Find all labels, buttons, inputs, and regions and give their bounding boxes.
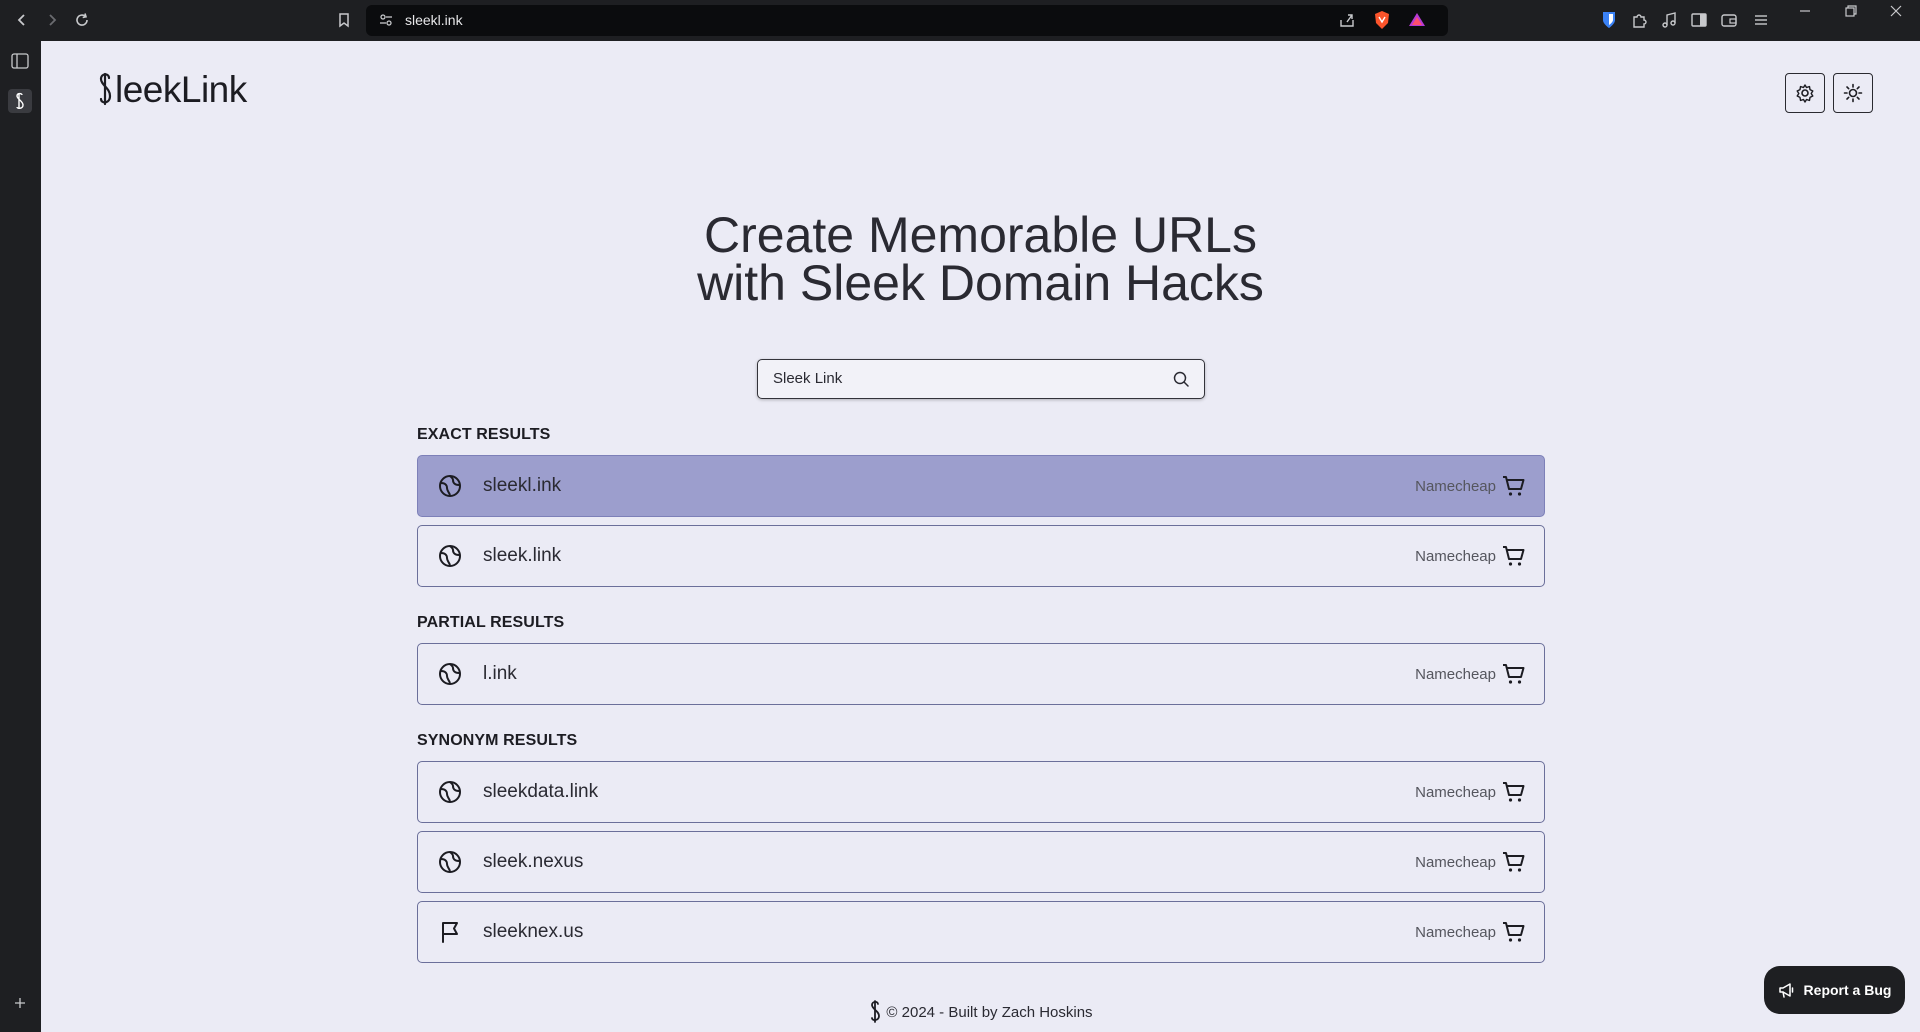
logo-s-icon xyxy=(99,72,112,106)
registrar-label: Namecheap xyxy=(1415,666,1496,683)
site-settings-icon[interactable] xyxy=(378,12,394,33)
music-icon[interactable] xyxy=(1658,9,1680,31)
sidebar-panel-icon[interactable] xyxy=(8,49,32,73)
logo-text: leekLink xyxy=(115,69,247,110)
address-bar[interactable]: sleekl.ink xyxy=(366,5,1448,36)
site-logo[interactable]: leekLink xyxy=(96,69,247,111)
registrar-label: Namecheap xyxy=(1415,784,1496,801)
footer-text: © 2024 - Built by Zach Hoskins xyxy=(886,1003,1093,1021)
gear-icon xyxy=(1796,84,1814,103)
hero-line-2: with Sleek Domain Hacks xyxy=(697,255,1264,311)
registrar-label: Namecheap xyxy=(1415,924,1496,941)
result-row[interactable]: sleek.link Namecheap xyxy=(417,525,1545,587)
flag-icon xyxy=(438,920,462,949)
footer-logo-icon xyxy=(871,1000,881,1023)
registrar-label: Namecheap xyxy=(1415,478,1496,495)
result-row[interactable]: sleeknex.us Namecheap xyxy=(417,901,1545,963)
forward-icon[interactable] xyxy=(40,8,64,32)
settings-button[interactable] xyxy=(1785,73,1825,113)
menu-icon[interactable] xyxy=(1750,9,1772,31)
cart-icon[interactable] xyxy=(1502,920,1526,949)
globe-icon xyxy=(438,850,462,879)
registrar-label: Namecheap xyxy=(1415,854,1496,871)
sun-icon xyxy=(1843,83,1863,103)
minimize-icon[interactable] xyxy=(1794,0,1816,22)
footer: © 2024 - Built by Zach Hoskins xyxy=(41,999,1920,1025)
registrar-label: Namecheap xyxy=(1415,548,1496,565)
browser-sidebar xyxy=(0,41,41,1032)
brave-rewards-icon[interactable] xyxy=(1408,11,1426,34)
bitwarden-icon[interactable] xyxy=(1598,9,1620,31)
result-row[interactable]: sleek.nexus Namecheap xyxy=(417,831,1545,893)
wallet-icon[interactable] xyxy=(1718,9,1740,31)
brave-shield-icon[interactable] xyxy=(1373,10,1391,35)
browser-toolbar: sleekl.ink xyxy=(0,0,1920,41)
new-tab-icon[interactable] xyxy=(8,991,32,1015)
synonym-results-title: SYNONYM RESULTS xyxy=(417,732,578,749)
share-icon[interactable] xyxy=(1338,11,1356,34)
domain-name[interactable]: sleekl.ink xyxy=(483,475,561,497)
report-bug-label: Report a Bug xyxy=(1803,982,1892,998)
partial-results-title: PARTIAL RESULTS xyxy=(417,614,565,631)
globe-icon xyxy=(438,780,462,809)
cart-icon[interactable] xyxy=(1502,474,1526,503)
cart-icon[interactable] xyxy=(1502,780,1526,809)
reload-icon[interactable] xyxy=(70,8,94,32)
domain-name[interactable]: sleek.link xyxy=(483,545,561,567)
report-bug-button[interactable]: Report a Bug xyxy=(1764,966,1905,1014)
globe-icon xyxy=(438,474,462,503)
exact-results-title: EXACT RESULTS xyxy=(417,426,551,443)
cart-icon[interactable] xyxy=(1502,544,1526,573)
domain-name[interactable]: l.ink xyxy=(483,663,517,685)
result-row[interactable]: l.ink Namecheap xyxy=(417,643,1545,705)
bookmark-icon[interactable] xyxy=(332,8,356,32)
hero-heading: Create Memorable URLs with Sleek Domain … xyxy=(41,207,1920,311)
search-input[interactable] xyxy=(773,370,1153,387)
result-row[interactable]: sleekl.ink Namecheap xyxy=(417,455,1545,517)
result-row[interactable]: sleekdata.link Namecheap xyxy=(417,761,1545,823)
extensions-icon[interactable] xyxy=(1628,9,1650,31)
globe-icon xyxy=(438,544,462,573)
theme-toggle-button[interactable] xyxy=(1833,73,1873,113)
url-text: sleekl.ink xyxy=(405,12,463,28)
domain-name[interactable]: sleek.nexus xyxy=(483,851,583,873)
close-icon[interactable] xyxy=(1885,0,1907,22)
search-icon[interactable] xyxy=(1172,370,1190,393)
page: leekLink Create Memorable URLs with Slee… xyxy=(41,41,1920,1032)
tab-favicon-icon[interactable] xyxy=(8,89,32,113)
cart-icon[interactable] xyxy=(1502,662,1526,691)
search-box xyxy=(757,359,1205,399)
sidebar-toggle-icon[interactable] xyxy=(1688,9,1710,31)
megaphone-icon xyxy=(1778,983,1793,998)
domain-name[interactable]: sleeknex.us xyxy=(483,921,583,943)
restore-icon[interactable] xyxy=(1840,0,1862,22)
domain-name[interactable]: sleekdata.link xyxy=(483,781,598,803)
hero-line-1: Create Memorable URLs xyxy=(704,207,1257,263)
cart-icon[interactable] xyxy=(1502,850,1526,879)
globe-icon xyxy=(438,662,462,691)
back-icon[interactable] xyxy=(10,8,34,32)
